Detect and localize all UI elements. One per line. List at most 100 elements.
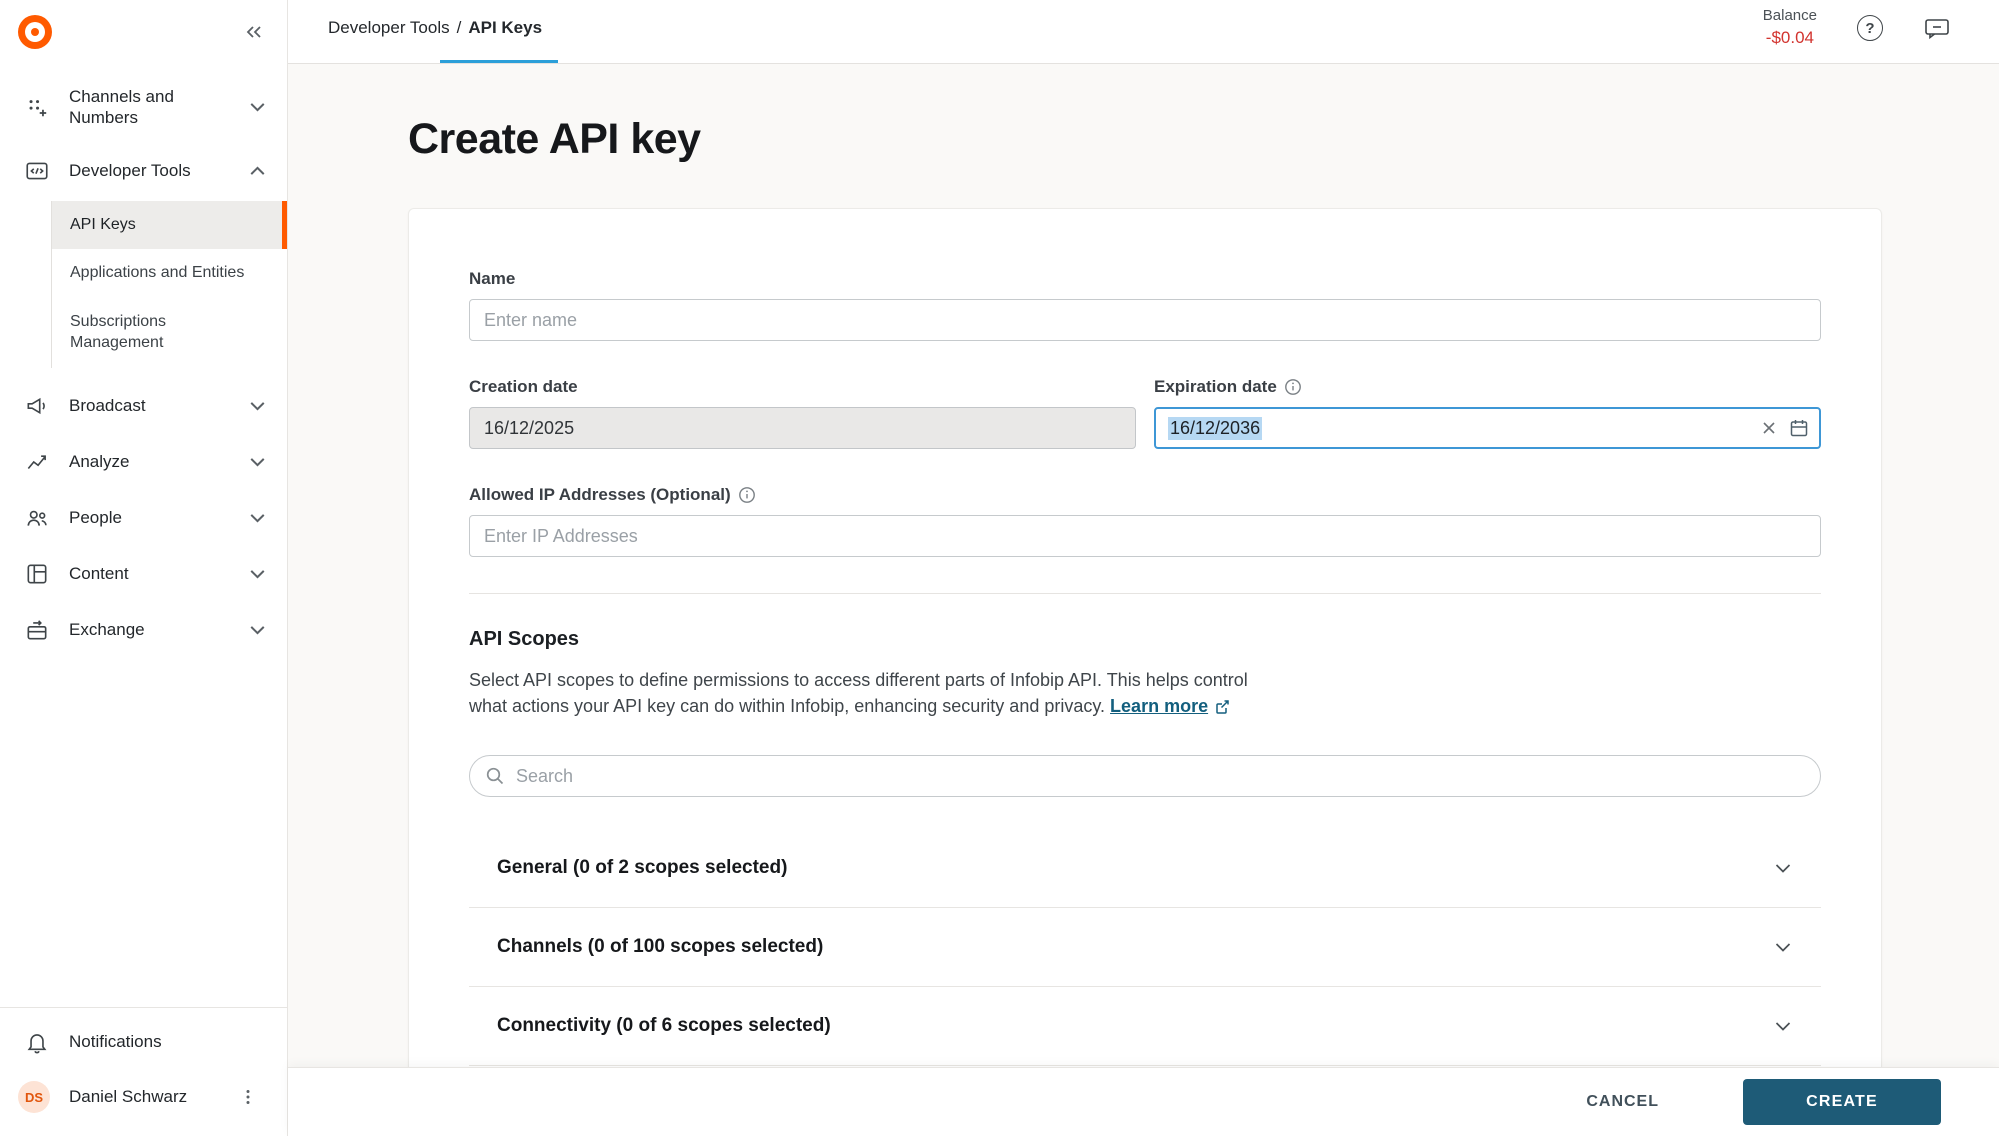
people-icon	[24, 505, 50, 531]
app-window: Channels and Numbers Developer Tools API…	[0, 0, 1999, 1136]
breadcrumb-section[interactable]: Developer Tools	[328, 18, 450, 38]
help-glyph: ?	[1865, 20, 1874, 37]
help-button[interactable]: ?	[1857, 15, 1883, 41]
chevron-down-icon	[1775, 942, 1791, 953]
code-icon	[24, 158, 50, 184]
calendar-icon[interactable]	[1789, 418, 1809, 438]
sidebar-item-label: Analyze	[69, 451, 250, 472]
scope-group-general[interactable]: General (0 of 2 scopes selected)	[469, 829, 1821, 908]
form-action-bar: CANCEL CREATE	[288, 1068, 1999, 1136]
sidebar-collapse-icon[interactable]	[245, 24, 263, 40]
infobip-logo[interactable]	[18, 15, 52, 49]
chevron-down-icon	[250, 625, 265, 635]
sidebar-item-exchange[interactable]: Exchange	[0, 602, 287, 658]
sidebar-item-label: Channels and Numbers	[69, 86, 191, 129]
sidebar-item-label: Broadcast	[69, 395, 250, 416]
name-input[interactable]	[469, 299, 1821, 341]
page-title: Create API key	[408, 112, 1882, 166]
api-scopes-description: Select API scopes to define permissions …	[469, 667, 1821, 719]
user-name: Daniel Schwarz	[69, 1087, 239, 1107]
info-icon[interactable]	[1284, 378, 1302, 396]
creation-date-field-group: Creation date 16/12/2025	[469, 377, 1136, 449]
breadcrumb-current: API Keys	[468, 18, 542, 38]
chevron-up-icon	[250, 166, 265, 176]
tab-strip	[288, 56, 1999, 64]
allowed-ips-field-group: Allowed IP Addresses (Optional)	[469, 485, 1821, 557]
breadcrumb-separator: /	[457, 18, 462, 38]
balance: Balance -$0.04	[1763, 6, 1817, 49]
sidebar-nav: Channels and Numbers Developer Tools API…	[0, 64, 287, 1007]
megaphone-icon	[24, 393, 50, 419]
breadcrumb: Developer Tools / API Keys	[328, 18, 542, 38]
allowed-ips-label: Allowed IP Addresses (Optional)	[469, 485, 1821, 505]
search-input[interactable]	[469, 755, 1821, 797]
name-label: Name	[469, 269, 1821, 289]
sidebar-item-label: Developer Tools	[69, 160, 250, 181]
content-icon	[24, 561, 50, 587]
search-icon	[484, 765, 506, 792]
expiration-date-label: Expiration date	[1154, 377, 1821, 397]
sidebar-item-channels-numbers[interactable]: Channels and Numbers	[0, 72, 287, 143]
feedback-button[interactable]	[1923, 16, 1951, 40]
expiration-date-value: 16/12/2036	[1168, 417, 1262, 440]
allowed-ips-input[interactable]	[469, 515, 1821, 557]
sidebar-item-api-keys[interactable]: API Keys	[52, 201, 287, 250]
api-scopes-heading: API Scopes	[469, 628, 1821, 651]
balance-value: -$0.04	[1763, 27, 1817, 50]
active-indicator	[282, 201, 287, 250]
sidebar-item-label: People	[69, 507, 250, 528]
clear-date-icon[interactable]	[1761, 420, 1777, 436]
developer-tools-submenu: API Keys Applications and Entities Subsc…	[51, 201, 287, 368]
sidebar: Channels and Numbers Developer Tools API…	[0, 0, 288, 1136]
external-link-icon	[1214, 698, 1231, 715]
scope-group-connectivity[interactable]: Connectivity (0 of 6 scopes selected)	[469, 987, 1821, 1066]
channels-numbers-icon	[24, 94, 50, 120]
sidebar-item-label: Exchange	[69, 619, 250, 640]
chevron-down-icon	[250, 569, 265, 579]
notifications-label: Notifications	[69, 1032, 257, 1052]
scopes-search	[469, 755, 1821, 797]
expiration-date-input[interactable]: 16/12/2036	[1154, 407, 1821, 449]
help-icon: ?	[1857, 15, 1883, 41]
avatar-initials: DS	[25, 1090, 43, 1105]
chevron-down-icon	[250, 401, 265, 411]
sidebar-item-developer-tools[interactable]: Developer Tools	[0, 143, 287, 199]
top-header: Developer Tools / API Keys Balance -$0.0…	[288, 0, 1999, 56]
kebab-menu-icon[interactable]	[239, 1088, 257, 1106]
sidebar-item-people[interactable]: People	[0, 490, 287, 546]
creation-date-label: Creation date	[469, 377, 1136, 397]
sidebar-item-subscriptions-management[interactable]: Subscriptions Management	[52, 298, 287, 368]
sidebar-footer: Notifications DS Daniel Schwarz	[0, 1007, 287, 1136]
main-area: Developer Tools / API Keys Balance -$0.0…	[288, 0, 1999, 1136]
sidebar-item-analyze[interactable]: Analyze	[0, 434, 287, 490]
chevron-down-icon	[250, 457, 265, 467]
scope-groups: General (0 of 2 scopes selected) Channel…	[469, 829, 1821, 1066]
info-icon[interactable]	[738, 486, 756, 504]
sidebar-item-broadcast[interactable]: Broadcast	[0, 378, 287, 434]
creation-date-value: 16/12/2025	[484, 418, 574, 439]
scope-group-channels[interactable]: Channels (0 of 100 scopes selected)	[469, 908, 1821, 987]
create-api-key-form-card: Name Creation date 16/12/2025 Expiration…	[408, 208, 1882, 1068]
chart-line-icon	[24, 449, 50, 475]
user-menu[interactable]: DS Daniel Schwarz	[0, 1068, 287, 1126]
cancel-button[interactable]: CANCEL	[1580, 1083, 1665, 1121]
learn-more-link[interactable]: Learn more	[1110, 693, 1231, 719]
exchange-icon	[24, 617, 50, 643]
chevron-down-icon	[1775, 863, 1791, 874]
sidebar-item-applications-entities[interactable]: Applications and Entities	[52, 249, 287, 298]
create-button[interactable]: CREATE	[1743, 1079, 1941, 1125]
creation-date-input: 16/12/2025	[469, 407, 1136, 449]
header-actions: Balance -$0.04 ?	[1763, 6, 1951, 49]
expiration-date-field-group: Expiration date 16/12/2036	[1154, 377, 1821, 449]
chevron-down-icon	[1775, 1021, 1791, 1032]
sidebar-item-label: Content	[69, 563, 250, 584]
name-field-group: Name	[469, 269, 1821, 341]
page-content: Create API key Name Creation date 16/12/…	[288, 64, 1999, 1068]
dates-row: Creation date 16/12/2025 Expiration date	[469, 377, 1821, 449]
chevron-down-icon	[250, 513, 265, 523]
sidebar-header	[0, 0, 287, 64]
sidebar-item-content[interactable]: Content	[0, 546, 287, 602]
chevron-down-icon	[250, 102, 265, 112]
section-divider	[469, 593, 1821, 594]
notifications-button[interactable]: Notifications	[0, 1016, 287, 1068]
